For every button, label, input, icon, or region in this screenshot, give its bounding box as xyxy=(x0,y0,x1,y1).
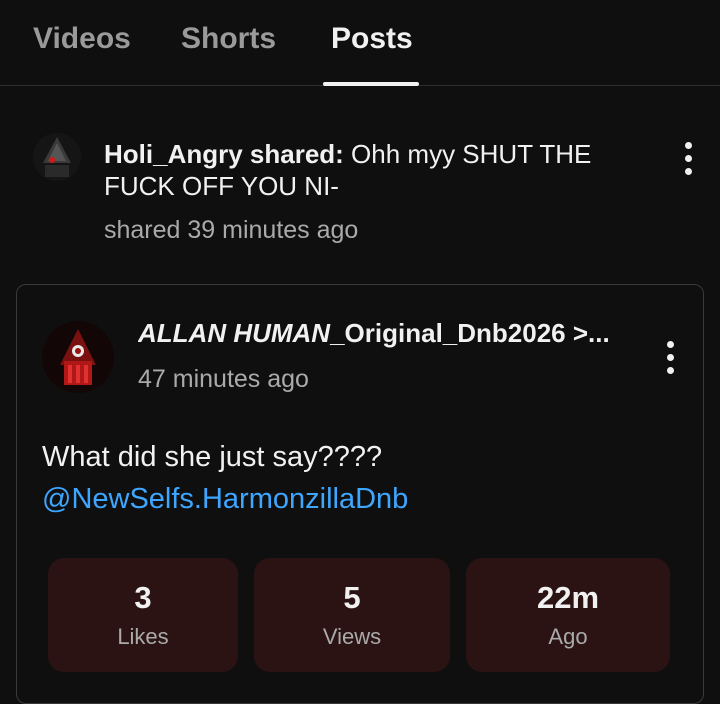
sharer-name[interactable]: Holi_Angry shared: xyxy=(104,139,344,169)
post-timestamp: 47 minutes ago xyxy=(138,365,309,393)
age-value: 22m xyxy=(536,580,600,615)
age-stat[interactable]: 22m Ago xyxy=(466,558,670,672)
age-label: Ago xyxy=(548,624,588,649)
author-name-italic: ALLAN HUMAN xyxy=(138,318,331,348)
views-label: Views xyxy=(322,624,382,649)
tab-posts[interactable]: Posts xyxy=(331,22,413,56)
views-count: 5 xyxy=(343,580,361,615)
share-more-options-icon[interactable] xyxy=(673,136,703,180)
author-avatar[interactable] xyxy=(42,321,114,393)
channel-tabs: Videos Shorts Posts xyxy=(0,0,720,86)
post-author[interactable]: ALLAN HUMAN_Original_Dnb2026 >... xyxy=(138,318,628,349)
active-tab-indicator xyxy=(323,82,419,86)
post-more-options-icon[interactable] xyxy=(655,335,685,379)
mention-link[interactable]: @NewSelfs.HarmonzillaDnb xyxy=(42,478,408,520)
post-body: What did she just say???? @NewSelfs.Harm… xyxy=(42,436,408,520)
tab-videos[interactable]: Videos xyxy=(33,22,131,56)
tab-shorts[interactable]: Shorts xyxy=(181,22,276,56)
likes-count: 3 xyxy=(134,580,152,615)
likes-stat[interactable]: 3 Likes xyxy=(48,558,238,672)
views-stat[interactable]: 5 Views xyxy=(254,558,450,672)
post-text: What did she just say???? xyxy=(42,441,383,473)
author-name-rest: _Original_Dnb2026 >... xyxy=(330,318,610,348)
likes-label: Likes xyxy=(117,624,169,649)
share-timestamp: shared 39 minutes ago xyxy=(104,216,359,244)
sharer-avatar[interactable] xyxy=(33,133,81,181)
share-message: Holi_Angry shared: Ohh myy SHUT THE FUCK… xyxy=(104,138,624,202)
